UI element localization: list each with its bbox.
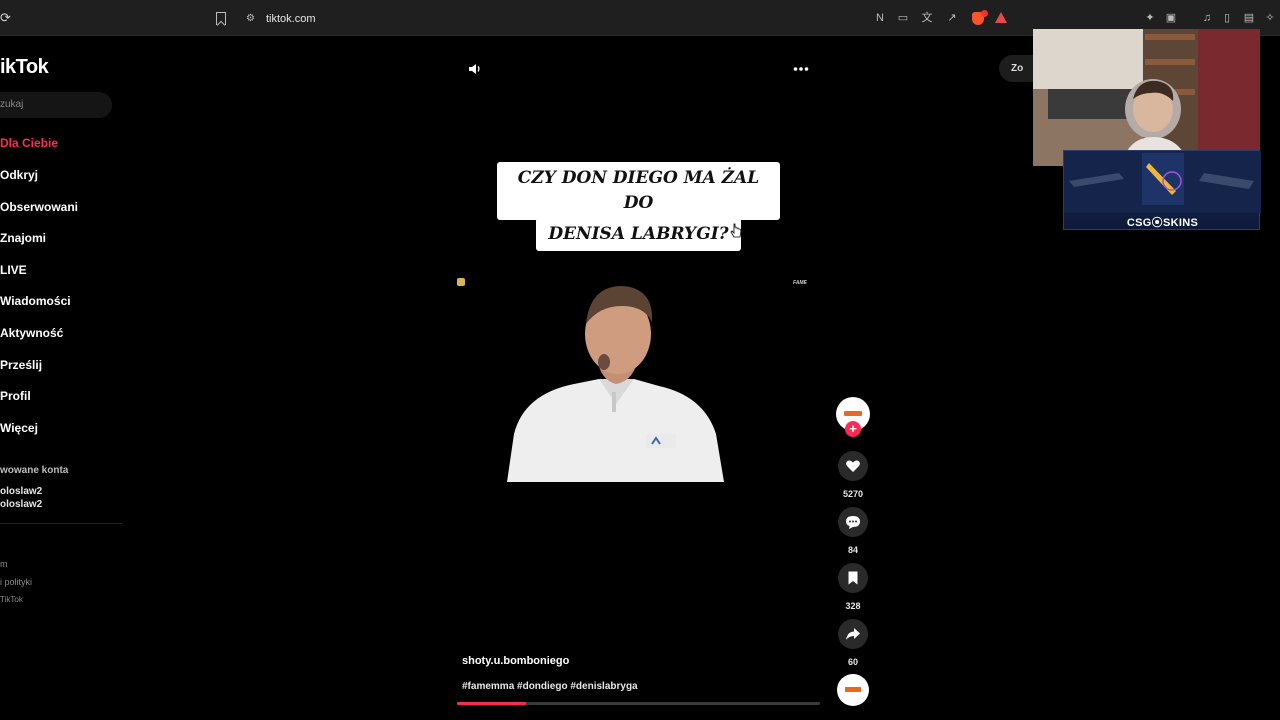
wallet-icon[interactable]: ▤ (1243, 12, 1255, 24)
reload-icon[interactable]: ⟳ (0, 11, 14, 25)
comment-icon (846, 516, 860, 529)
nav-item-activity[interactable]: Aktywność (0, 326, 63, 340)
shields-badge-icon (981, 10, 988, 17)
translate-icon[interactable]: 文 (921, 12, 933, 24)
video-author[interactable]: shoty.u.bomboniego (462, 655, 569, 667)
no-translate-icon[interactable]: N (874, 12, 886, 24)
like-button[interactable] (838, 451, 868, 481)
fame-watermark: FAME (793, 280, 807, 286)
more-options-icon[interactable] (793, 66, 809, 72)
site-settings-icon[interactable]: ⚙ (246, 13, 258, 24)
search-placeholder: zukaj (0, 99, 24, 110)
copyright-text: TikTok (0, 595, 23, 604)
heart-icon (846, 460, 860, 472)
avatar-logo (845, 687, 861, 692)
zoom-button[interactable]: Zo (999, 55, 1035, 82)
nav-item-live[interactable]: LIVE (0, 263, 27, 277)
zoom-label: Zo (1011, 63, 1024, 74)
footer-link[interactable]: m (0, 559, 8, 569)
nav-item-upload[interactable]: Prześlij (0, 358, 42, 372)
follow-button[interactable]: + (845, 421, 861, 437)
sponsor-brand: CSG⦿SKINS (1126, 217, 1199, 229)
brave-rewards-icon[interactable] (995, 12, 1007, 23)
leo-icon[interactable]: ✧ (1264, 12, 1276, 24)
nav-item-more[interactable]: Więcej (0, 421, 38, 435)
video-frame-person (507, 286, 724, 482)
webcam-scene (1033, 29, 1260, 166)
caption-line: DENISA LABRYGI? (536, 218, 741, 251)
nav-item-profile[interactable]: Profil (0, 389, 31, 403)
share-button[interactable] (838, 619, 868, 649)
caption-line: CZY DON DIEGO MA ŻAL DO (497, 162, 780, 220)
extensions-icon[interactable]: ✦ (1144, 12, 1156, 24)
sound-disc-avatar[interactable] (837, 674, 869, 706)
video-hashtags[interactable]: #famemma #dondiego #denislabryga (462, 681, 638, 692)
nav-item-messages[interactable]: Wiadomości (0, 294, 71, 308)
search-input[interactable]: zukaj (0, 92, 112, 118)
account-item[interactable]: oloslaw2 (0, 499, 42, 510)
comment-count: 84 (847, 545, 858, 555)
nav-item-friends[interactable]: Znajomi (0, 231, 46, 245)
sponsor-graphic (1064, 151, 1261, 213)
followed-accounts-label: wowane konta (0, 465, 69, 476)
sidebar: ikTok zukaj Dla Ciebie Odkryj Obserwowan… (0, 36, 122, 720)
nav-item-following[interactable]: Obserwowani (0, 200, 78, 214)
like-count: 5270 (842, 489, 864, 499)
streamer-webcam (1033, 29, 1260, 166)
save-count: 328 (845, 601, 861, 611)
sidebar-toggle-icon[interactable]: ▯ (1221, 12, 1233, 24)
avatar-logo (844, 411, 862, 416)
volume-icon[interactable] (468, 62, 482, 76)
bookmark-icon (848, 571, 858, 585)
share-count: 60 (847, 657, 858, 667)
bookmark-icon[interactable] (216, 12, 226, 25)
progress-fill (457, 702, 526, 705)
nav-item-for-you[interactable]: Dla Ciebie (0, 136, 58, 150)
footer-link[interactable]: i polityki (0, 577, 32, 587)
address-bar[interactable]: tiktok.com (266, 13, 316, 25)
save-button[interactable] (838, 563, 868, 593)
comment-button[interactable] (838, 507, 868, 537)
sponsor-banner: CSG⦿SKINS (1063, 150, 1261, 230)
cast-icon[interactable]: ▭ (897, 12, 909, 24)
share-icon[interactable]: ↗ (946, 12, 958, 24)
channel-watermark (457, 278, 465, 286)
media-icon[interactable]: ♫ (1201, 12, 1213, 24)
tiktok-logo[interactable]: ikTok (0, 56, 49, 79)
screenshot-icon[interactable]: ▣ (1165, 12, 1177, 24)
share-arrow-icon (846, 628, 860, 640)
video-progress-bar[interactable] (457, 702, 820, 705)
mouse-cursor-icon (730, 223, 742, 238)
nav-item-explore[interactable]: Odkryj (0, 168, 38, 182)
sidebar-divider (0, 523, 122, 524)
account-item[interactable]: oloslaw2 (0, 486, 42, 497)
